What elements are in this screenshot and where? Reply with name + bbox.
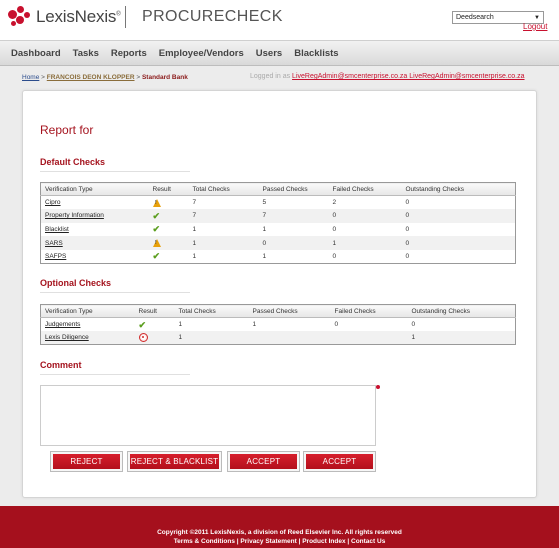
table-header-row: Verification Type Result Total Checks Pa… [40,182,516,196]
table-row: Property Information ✔ 7 7 0 0 [40,209,516,223]
product-name: PROCURECHECK [142,8,283,25]
table-row: SARS 1 0 1 0 [40,236,516,250]
verification-link[interactable]: SAFPS [45,253,66,260]
header: LexisNexis® PROCURECHECK Deedsearch ▼ Lo… [0,0,559,40]
main-nav: Dashboard Tasks Reports Employee/Vendors… [0,40,559,66]
optional-checks-table: Verification Type Result Total Checks Pa… [40,304,516,346]
nav-employee-vendors[interactable]: Employee/Vendors [159,48,244,59]
verification-link[interactable]: Judgements [45,321,80,328]
breadcrumb-vendor[interactable]: FRANCOIS DEON KLOPPER [47,74,135,81]
breadcrumb-current: Standard Bank [141,74,188,81]
logo-text: LexisNexis® [36,7,121,26]
required-marker-icon [376,385,380,389]
reject-blacklist-button[interactable]: REJECT & BLACKLIST [127,451,222,472]
logged-in-email[interactable]: LiveRegAdmin@smcenterprise.co.za LiveReg… [292,73,524,80]
default-checks-title: Default Checks [40,157,106,167]
comment-textarea[interactable] [40,385,376,446]
optional-checks-title: Optional Checks [40,278,112,288]
table-header-row: Verification Type Result Total Checks Pa… [40,304,516,318]
accept-button-2[interactable]: ACCEPT [303,451,376,472]
breadcrumb-home[interactable]: Home [22,74,39,81]
verification-link[interactable]: Cipro [45,199,61,206]
error-icon [138,333,148,343]
section-divider [40,171,190,172]
logout-link[interactable]: Logout [523,22,547,31]
nav-tasks[interactable]: Tasks [73,48,99,59]
check-icon: ✔ [152,251,161,262]
comment-title: Comment [40,360,82,370]
footer-links: Terms & Conditions | Privacy Statement |… [173,538,386,545]
service-select-value: Deedsearch [456,14,494,21]
verification-link[interactable]: SARS [45,240,63,247]
table-row: Lexis Diligence 1 1 [40,331,516,345]
footer-link-contact[interactable]: Contact Us [351,538,385,545]
table-row: Blacklist ✔ 1 1 0 0 [45,224,410,235]
logo-dots-icon [8,6,32,28]
reject-button[interactable]: REJECT [50,451,123,472]
footer-link-privacy[interactable]: Privacy Statement [240,538,296,545]
footer-copyright: Copyright ©2011 LexisNexis, a division o… [157,529,402,536]
check-icon: ✔ [138,319,147,330]
header-divider [125,6,126,28]
check-icon: ✔ [152,224,161,235]
footer-link-product-index[interactable]: Product Index [302,538,345,545]
table-row: Cipro 7 5 2 0 [41,196,516,210]
breadcrumb: Home > FRANCOIS DEON KLOPPER > Standard … [22,74,188,81]
footer-link-terms[interactable]: Terms & Conditions [174,538,235,545]
nav-users[interactable]: Users [256,48,282,59]
table-row: SAFPS ✔ 1 1 0 0 [45,251,410,262]
warning-icon [152,198,161,207]
section-divider [40,374,190,375]
section-divider [40,292,190,293]
lexisnexis-logo[interactable]: LexisNexis® [8,6,121,28]
verification-link[interactable]: Property Information [45,212,104,219]
check-icon: ✔ [152,210,161,221]
warning-icon [152,239,161,248]
page-title: Report for [40,123,94,137]
logged-in-info: Logged in as LiveRegAdmin@smcenterprise.… [250,73,525,80]
nav-reports[interactable]: Reports [111,48,147,59]
default-checks-table: Verification Type Result Total Checks Pa… [40,182,516,264]
accept-button[interactable]: ACCEPT [227,451,300,472]
table-row: Judgements ✔ 1 1 0 0 [45,319,416,330]
verification-link[interactable]: Blacklist [45,226,69,233]
verification-link[interactable]: Lexis Diligence [45,334,89,341]
nav-dashboard[interactable]: Dashboard [11,48,61,59]
nav-blacklists[interactable]: Blacklists [294,48,338,59]
